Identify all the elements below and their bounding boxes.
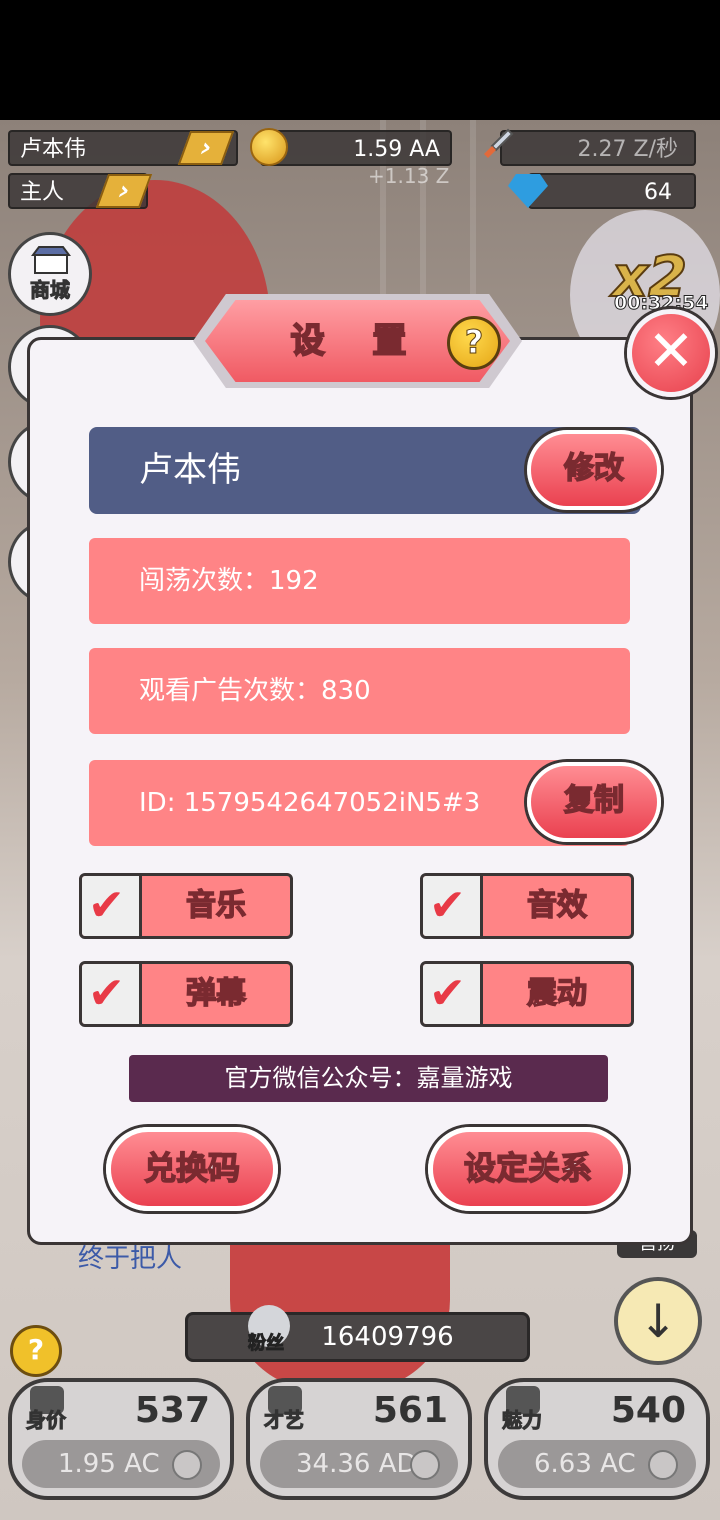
help-button[interactable]: ? (10, 1325, 62, 1377)
redeem-code-button[interactable]: 兑换码 (106, 1127, 278, 1211)
help-icon[interactable]: ? (447, 316, 501, 370)
stat-card-charm[interactable]: 魅力 540 6.63 AC (484, 1378, 710, 1500)
toggle-label: 音乐 (185, 887, 247, 924)
checkbox[interactable]: ✔ (423, 964, 483, 1024)
shop-icon (31, 246, 71, 274)
fans-value: 16409796 (321, 1322, 454, 1352)
edit-name-button[interactable]: 修改 (527, 430, 661, 510)
gold-bar: 1.59 AA (260, 130, 452, 166)
toggle-label: 音效 (526, 887, 588, 924)
close-button[interactable]: ✕ (627, 309, 715, 397)
fans-bar: 粉丝 16409796 (185, 1305, 530, 1362)
help-icon: ? (27, 1333, 45, 1366)
check-icon: ✔ (429, 880, 466, 931)
stat-label: 才艺 (264, 1408, 305, 1433)
check-icon: ✔ (88, 968, 125, 1019)
role-label: 主人 (20, 180, 65, 205)
close-icon: ✕ (647, 319, 695, 384)
stat-card-talent[interactable]: 才艺 561 34.36 AD (246, 1378, 472, 1500)
check-icon: ✔ (88, 880, 125, 931)
vibration-toggle[interactable]: ✔ 震动 (420, 961, 634, 1027)
gems-value: 64 (644, 180, 672, 205)
status-bar-area (0, 0, 720, 120)
player-name-text: 卢本伟 (139, 450, 241, 490)
visits-row: 闯荡次数：192 (89, 538, 630, 624)
coin-icon (648, 1450, 678, 1480)
speed-value: 2.27 Z/秒 (577, 137, 678, 162)
down-arrow-icon: ↓ (638, 1294, 678, 1348)
scroll-down-button[interactable]: ↓ (614, 1277, 702, 1365)
stat-label: 身价 (26, 1408, 67, 1433)
visits-text: 闯荡次数：192 (139, 566, 319, 596)
checkbox[interactable]: ✔ (423, 876, 483, 936)
toggle-label: 震动 (526, 975, 588, 1012)
check-icon: ✔ (429, 968, 466, 1019)
coin-icon (172, 1450, 202, 1480)
shop-button[interactable]: 商城 (8, 232, 92, 316)
coin-icon (250, 128, 288, 166)
set-relation-button[interactable]: 设定关系 (428, 1127, 628, 1211)
gold-value: 1.59 AA (353, 137, 440, 162)
checkbox[interactable]: ✔ (82, 964, 142, 1024)
shop-label: 商城 (30, 278, 71, 303)
rocket-icon (484, 128, 514, 158)
speed-bar: 2.27 Z/秒 (500, 130, 696, 166)
copy-id-button[interactable]: 复制 (527, 762, 661, 842)
gems-bar: 64 (528, 173, 696, 209)
danmaku-toggle[interactable]: ✔ 弹幕 (79, 961, 293, 1027)
ads-row: 观看广告次数：830 (89, 648, 630, 734)
player-name: 卢本伟 (20, 137, 87, 162)
sfx-toggle[interactable]: ✔ 音效 (420, 873, 634, 939)
stat-card-worth[interactable]: 身价 537 1.95 AC (8, 1378, 234, 1500)
coin-icon (410, 1450, 440, 1480)
stat-level: 540 (610, 1390, 686, 1431)
gold-rate-small: +1.13 Z (368, 164, 450, 188)
ads-text: 观看广告次数：830 (139, 676, 371, 706)
music-toggle[interactable]: ✔ 音乐 (79, 873, 293, 939)
toggle-label: 弹幕 (185, 975, 247, 1012)
stat-level: 561 (372, 1390, 448, 1431)
id-text: ID: 1579542647052iN5#3 (139, 788, 481, 818)
wechat-account-label: 官方微信公众号：嘉量游戏 (129, 1055, 608, 1102)
stat-level: 537 (134, 1390, 210, 1431)
stat-label: 魅力 (502, 1408, 543, 1433)
checkbox[interactable]: ✔ (82, 876, 142, 936)
